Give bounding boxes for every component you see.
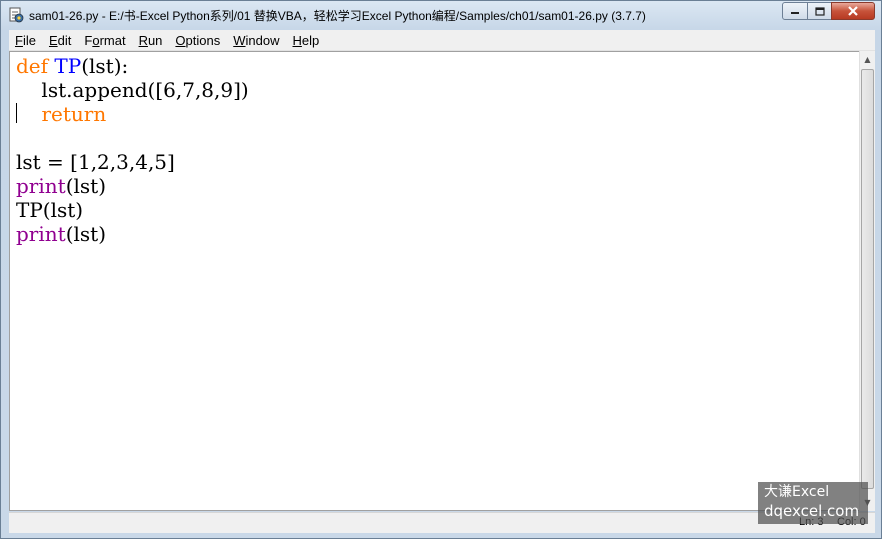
menu-format[interactable]: Format (78, 33, 131, 48)
menu-options[interactable]: Options (169, 33, 226, 48)
python-idle-icon (9, 7, 24, 23)
status-bar: Ln: 3 Col: 0 (9, 512, 875, 533)
watermark-line2: dqexcel.com (764, 502, 860, 520)
menu-run[interactable]: Run (133, 33, 169, 48)
builtin-print: print (16, 222, 66, 246)
code-line-append: lst.append([6,7,8,9]) (16, 78, 249, 102)
close-button[interactable] (831, 2, 875, 20)
function-params: (lst): (81, 54, 129, 78)
watermark-line1: 大谦Excel (764, 484, 830, 500)
code-line-assign: lst = [1,2,3,4,5] (16, 150, 175, 174)
code-text: def TP(lst): lst.append([6,7,8,9]) retur… (16, 54, 249, 246)
code-editor[interactable]: def TP(lst): lst.append([6,7,8,9]) retur… (9, 51, 859, 511)
maximize-button[interactable] (807, 2, 832, 20)
menu-edit[interactable]: Edit (43, 33, 77, 48)
close-icon (848, 6, 858, 16)
menu-file[interactable]: File (9, 33, 42, 48)
print-args: (lst) (65, 222, 106, 246)
vertical-scrollbar[interactable]: ▲ ▼ (859, 51, 875, 511)
function-name: TP (54, 54, 82, 78)
menu-help[interactable]: Help (287, 33, 326, 48)
maximize-icon (814, 6, 825, 16)
print-args: (lst) (65, 174, 106, 198)
keyword-return: return (41, 102, 107, 126)
watermark: 大谦Excel dqexcel.com (758, 482, 868, 524)
code-line-call: TP(lst) (16, 198, 84, 222)
minimize-icon (791, 12, 799, 14)
scrollbar-thumb[interactable] (861, 69, 874, 489)
menu-bar: File Edit Format Run Options Window Help (9, 30, 875, 51)
menu-window[interactable]: Window (227, 33, 285, 48)
window-title: sam01-26.py - E:/书-Excel Python系列/01 替换V… (29, 9, 646, 23)
builtin-print: print (16, 174, 66, 198)
scroll-up-icon[interactable]: ▲ (860, 51, 875, 68)
minimize-button[interactable] (782, 2, 808, 20)
idle-window: sam01-26.py - E:/书-Excel Python系列/01 替换V… (0, 0, 882, 539)
window-controls (782, 2, 875, 20)
title-bar[interactable]: sam01-26.py - E:/书-Excel Python系列/01 替换V… (1, 1, 881, 29)
text-cursor (16, 103, 17, 123)
keyword-def: def (16, 54, 49, 78)
